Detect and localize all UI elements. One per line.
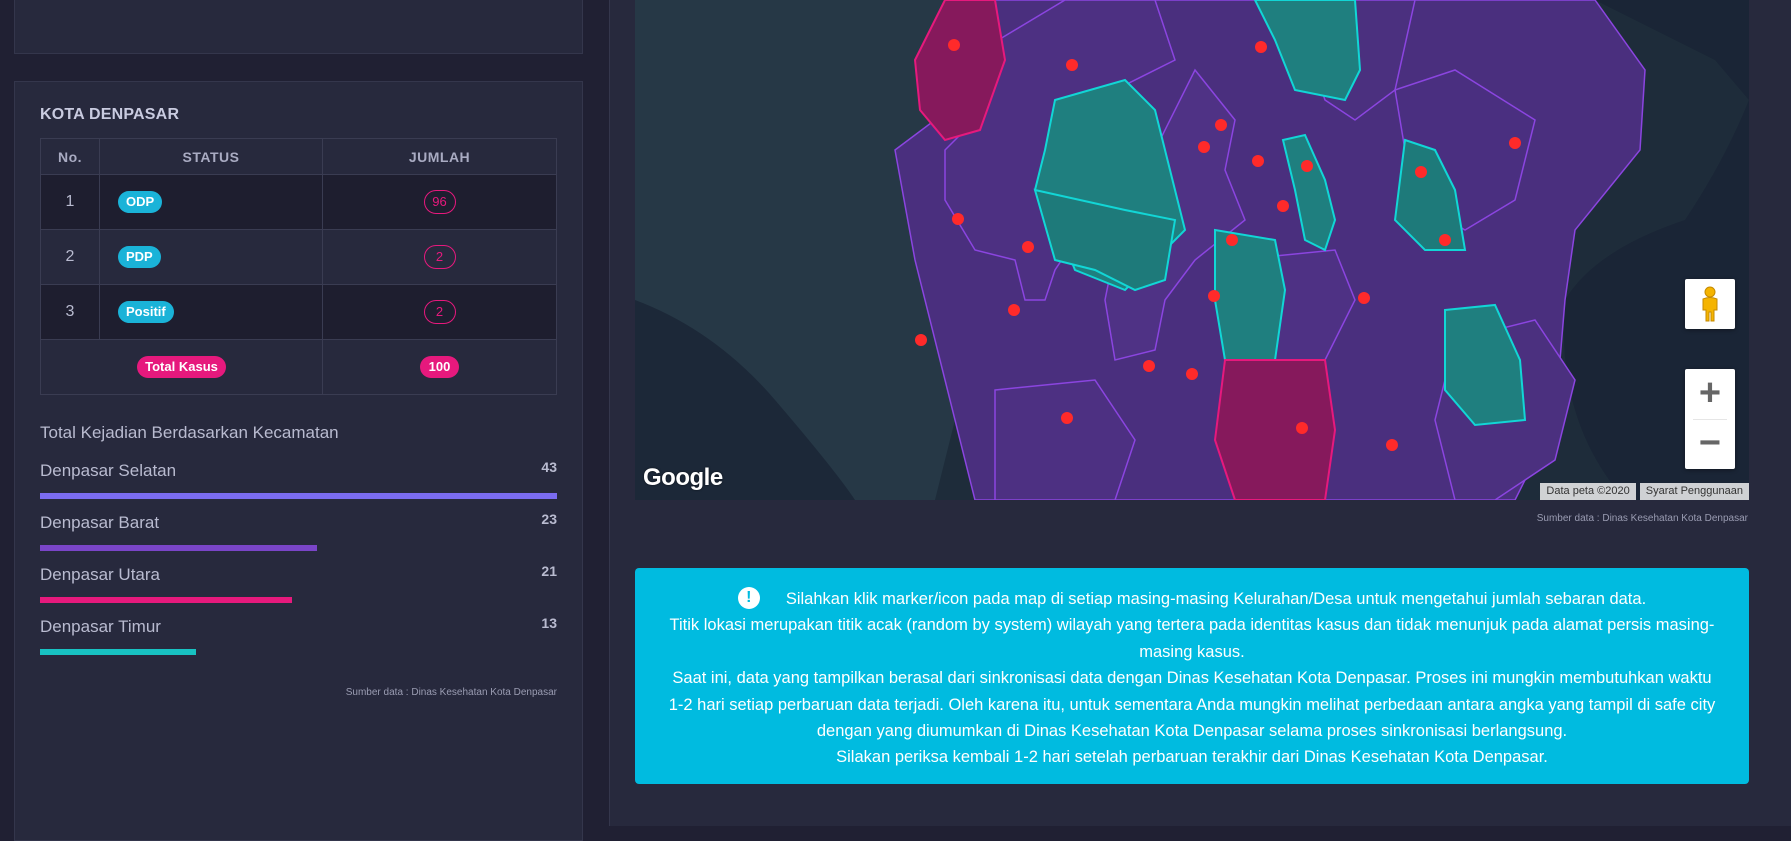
map-terms-link[interactable]: Syarat Penggunaan xyxy=(1639,483,1749,500)
street-view-pegman[interactable] xyxy=(1685,279,1735,329)
top-card xyxy=(14,0,583,54)
map[interactable]: Google Data peta ©2020 Syarat Penggunaan… xyxy=(635,0,1749,500)
count-badge: 96 xyxy=(423,190,456,214)
table-header-row: No. STATUS JUMLAH xyxy=(40,138,557,175)
kecamatan-name: Denpasar Selatan xyxy=(40,461,177,480)
row-status-cell: PDP xyxy=(99,229,323,285)
kecamatan-value: 21 xyxy=(541,563,557,579)
source-note: Sumber data : Dinas Kesehatan Kota Denpa… xyxy=(345,687,557,698)
count-badge: 2 xyxy=(423,300,456,324)
info-alert: ! Silahkan klik marker/icon pada map di s… xyxy=(635,568,1749,784)
status-badge-positif: Positif xyxy=(118,301,174,323)
kecamatan-item: Denpasar Selatan 43 xyxy=(40,459,557,505)
exclamation-icon: ! xyxy=(737,586,760,609)
kecamatan-bar xyxy=(40,493,557,499)
info-line-3: Saat ini, data yang tampilkan berasal da… xyxy=(668,669,1716,741)
row-no: 2 xyxy=(40,229,100,285)
zoom-in-button[interactable]: + xyxy=(1685,369,1735,419)
zoom-control: + − xyxy=(1685,369,1735,469)
table-row: 2 PDP 2 xyxy=(40,229,557,285)
col-header-status: STATUS xyxy=(99,138,323,175)
kecamatan-bar xyxy=(40,545,317,551)
info-line-4: Silakan periksa kembali 1-2 hari setelah… xyxy=(836,748,1548,767)
total-label-badge: Total Kasus xyxy=(137,356,226,378)
kecamatan-item: Denpasar Utara 21 xyxy=(40,563,557,609)
info-line-2: Titik lokasi merupakan titik acak (rando… xyxy=(669,616,1715,661)
map-source-note: Sumber data : Dinas Kesehatan Kota Denpa… xyxy=(1536,513,1748,524)
row-jumlah-cell: 96 xyxy=(322,174,557,230)
kecamatan-value: 23 xyxy=(541,511,557,527)
city-title: KOTA DENPASAR xyxy=(40,106,180,123)
total-value-cell: 100 xyxy=(322,339,557,395)
table-row: 1 ODP 96 xyxy=(40,174,557,230)
kecamatan-value: 43 xyxy=(541,459,557,475)
count-badge: 2 xyxy=(423,245,456,269)
zoom-out-button[interactable]: − xyxy=(1685,419,1735,469)
info-line-1: Silahkan klik marker/icon pada map di se… xyxy=(785,590,1647,608)
kecamatan-bar xyxy=(40,649,196,655)
map-canvas[interactable] xyxy=(635,0,1749,500)
row-jumlah-cell: 2 xyxy=(322,229,557,285)
row-no: 1 xyxy=(40,174,100,230)
city-stats-panel: KOTA DENPASAR No. STATUS JUMLAH 1 ODP 96… xyxy=(14,81,583,841)
status-badge-odp: ODP xyxy=(118,191,163,213)
total-value-badge: 100 xyxy=(419,356,460,378)
map-data-credit[interactable]: Data peta ©2020 xyxy=(1540,483,1636,500)
status-badge-pdp: PDP xyxy=(118,246,161,268)
kecamatan-item: Denpasar Barat 23 xyxy=(40,511,557,557)
kecamatan-value: 13 xyxy=(541,615,557,631)
status-table: No. STATUS JUMLAH 1 ODP 96 2 PDP 2 3 Pos… xyxy=(40,138,557,395)
google-logo: Google xyxy=(643,464,723,491)
total-label-cell: Total Kasus xyxy=(40,339,323,395)
kecamatan-name: Denpasar Utara xyxy=(40,565,161,584)
total-row: Total Kasus 100 xyxy=(40,339,557,395)
row-status-cell: Positif xyxy=(99,284,323,340)
pegman-icon xyxy=(1702,286,1718,322)
kecamatan-bar xyxy=(40,597,292,603)
col-header-no: No. xyxy=(40,138,100,175)
map-attribution: Data peta ©2020 Syarat Penggunaan xyxy=(1540,483,1749,500)
kecamatan-title: Total Kejadian Berdasarkan Kecamatan xyxy=(40,423,339,442)
kecamatan-name: Denpasar Timur xyxy=(40,617,161,636)
row-no: 3 xyxy=(40,284,100,340)
kecamatan-item: Denpasar Timur 13 xyxy=(40,615,557,661)
kecamatan-name: Denpasar Barat xyxy=(40,513,160,532)
table-row: 3 Positif 2 xyxy=(40,284,557,340)
row-jumlah-cell: 2 xyxy=(322,284,557,340)
col-header-jumlah: JUMLAH xyxy=(322,138,557,175)
row-status-cell: ODP xyxy=(99,174,323,230)
